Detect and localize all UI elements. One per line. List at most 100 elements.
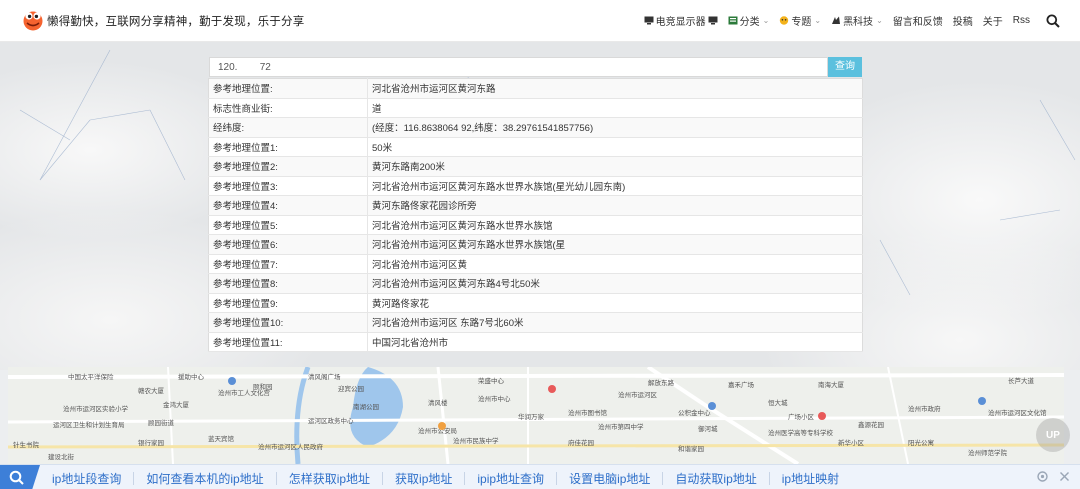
nav-label: 投稿 [952, 17, 973, 28]
link-divider [662, 472, 664, 485]
result-row: 参考地理位置10: 河北省沧州市运河区 东路7号北60米 [208, 312, 863, 333]
nav-about[interactable]: 关于 [983, 13, 1003, 28]
result-key: 参考地理位置11: [208, 332, 368, 352]
chevron-down-icon: ⌄ [814, 16, 822, 25]
map-label: 沧州市运河区实验小学 [63, 406, 128, 413]
close-icon[interactable] [1059, 471, 1070, 482]
result-value: 50米 [367, 137, 863, 157]
map-strip[interactable]: 中国太平洋保险 援助中心 清风阁广场 赣农大厦 沧州市工人文化宫 迎宾公园 南湖公园 金鸿大厦… [8, 367, 1064, 464]
gear-icon[interactable] [1036, 470, 1049, 483]
result-value: 河北省沧州市运河区黄 [367, 254, 863, 274]
nav-label: 分类 [739, 17, 760, 28]
back-to-top-button[interactable]: UP [1036, 418, 1070, 452]
nav-rss[interactable]: Rss [1013, 15, 1030, 26]
result-value: 中国河北省沧州市 [367, 332, 863, 352]
bottom-link[interactable]: ip地址段查询 [52, 470, 121, 487]
monitor-icon [644, 16, 654, 25]
map-label: 华润万家 [518, 414, 544, 421]
tech-icon [832, 16, 841, 24]
query-button[interactable]: 查询 [828, 57, 862, 77]
category-icon [728, 16, 738, 25]
map-label: 中国太平洋保险 [68, 374, 114, 381]
bottom-link[interactable]: 获取ip地址 [395, 470, 452, 487]
nav-label: 关于 [982, 17, 1003, 28]
map-label: 嘉禾广场 [728, 382, 754, 389]
map-label: 沧州市运河区 [618, 392, 657, 399]
map-label: 沧州医学高等专科学校 [768, 430, 833, 437]
result-value: 黄河东路南200米 [367, 156, 863, 177]
result-row: 参考地理位置5: 河北省沧州市运河区黄河东路水世界水族馆 [208, 215, 863, 235]
result-row: 参考地理位置6: 河北省沧州市运河区黄河东路水世界水族馆(星 [208, 234, 863, 255]
result-value: 河北省沧州市运河区黄河东路4号北50米 [367, 273, 863, 294]
site-slogan[interactable]: 懒得勤快，互联网分享精神，勤于发现，乐于分享 [47, 13, 304, 29]
search-icon [9, 470, 24, 485]
bottom-search-button[interactable] [0, 465, 40, 489]
map-label: 沧州市政府 [908, 406, 941, 413]
map-label: 迎宾公园 [338, 386, 364, 393]
result-value: 河北省沧州市运河区黄河东路水世界水族馆(星 [367, 234, 863, 255]
map-label: 清风楼 [428, 400, 448, 407]
bottom-link[interactable]: 设置电脑ip地址 [569, 470, 650, 487]
result-row: 标志性商业街: 道 [208, 98, 863, 118]
link-divider [382, 472, 384, 485]
result-key: 参考地理位置2: [208, 156, 368, 177]
map-label: 御河城 [698, 426, 718, 433]
map-label: 沧州市运河区人民政府 [258, 444, 323, 451]
result-row: 参考地理位置11: 中国河北省沧州市 [208, 332, 863, 352]
nav-feedback[interactable]: 留言和反馈 [893, 13, 943, 28]
bottom-link[interactable]: 如何查看本机的ip地址 [146, 470, 263, 487]
poi-pin[interactable] [228, 377, 236, 385]
nav-label: 黑科技 [843, 17, 874, 28]
topic-icon [780, 16, 789, 25]
map-label: 顾园街道 [148, 420, 174, 427]
result-row: 参考地理位置7: 河北省沧州市运河区黄 [208, 254, 863, 274]
result-row: 参考地理位置: 河北省沧州市运河区黄河东路 [208, 78, 863, 99]
map-label: 恒大城 [768, 400, 788, 407]
search-icon[interactable] [1046, 14, 1060, 28]
result-key: 参考地理位置3: [208, 176, 368, 196]
poi-pin[interactable] [978, 397, 986, 405]
hospital-pin[interactable] [818, 412, 826, 420]
map-label: 金鸿大厦 [163, 402, 189, 409]
nav-category[interactable]: 分类 ⌄ [728, 13, 769, 28]
map-label: 蓝天宾馆 [208, 436, 234, 443]
result-key: 参考地理位置8: [208, 273, 368, 294]
result-key: 标志性商业街: [208, 98, 368, 118]
poi-pin[interactable] [438, 422, 446, 430]
result-row: 参考地理位置9: 黄河路佟家花 [208, 293, 863, 313]
map-label: 南湖公园 [353, 404, 379, 411]
nav-label: 专题 [791, 17, 812, 28]
result-value: 河北省沧州市运河区黄河东路 [367, 78, 863, 99]
bottom-link[interactable]: 怎样获取ip地址 [289, 470, 370, 487]
result-key: 参考地理位置6: [208, 234, 368, 255]
map-label: 公积金中心 [678, 410, 711, 417]
bottom-link[interactable]: ip地址映射 [782, 470, 839, 487]
ip-input[interactable] [209, 57, 828, 77]
map-label: 运河区卫生和计划生育局 [53, 422, 125, 429]
nav-topic[interactable]: 专题 ⌄ [779, 13, 821, 28]
result-row: 参考地理位置2: 黄河东路南200米 [208, 156, 863, 177]
result-value: 河北省沧州市运河区 东路7号北60米 [367, 312, 863, 333]
map-label: 沧州市运河区文化馆 [988, 410, 1047, 417]
nav-gaming-monitor[interactable]: 电竞显示器 [644, 13, 718, 28]
bottom-link[interactable]: 自动获取ip地址 [675, 470, 756, 487]
bottom-link[interactable]: ipip地址查询 [477, 470, 544, 487]
result-value: 黄河东路佟家花园诊所旁 [367, 195, 863, 216]
map-label: 援助中心 [178, 374, 204, 381]
map-label: 建设北街 [48, 454, 74, 461]
nav-label: Rss [1012, 15, 1030, 26]
link-divider [133, 472, 135, 485]
map-label: 运河区政务中心 [308, 418, 354, 425]
link-divider [464, 472, 466, 485]
header: 懒得勤快，互联网分享精神，勤于发现，乐于分享 电竞显示器 分类 ⌄ 专题 ⌄ 黑… [0, 0, 1080, 42]
poi-pin[interactable] [708, 402, 716, 410]
result-row: 参考地理位置1: 50米 [208, 137, 863, 157]
logo-icon[interactable] [22, 9, 44, 31]
map-label: 解放东路 [648, 380, 674, 387]
link-divider [275, 472, 277, 485]
result-value: 河北省沧州市运河区黄河东路水世界水族馆(星光幼儿园东南) [367, 176, 863, 196]
nav-black-tech[interactable]: 黑科技 ⌄ [831, 13, 883, 28]
hospital-pin[interactable] [548, 385, 556, 393]
nav-submit[interactable]: 投稿 [953, 13, 973, 28]
map-label: 颐和园 [253, 384, 273, 391]
